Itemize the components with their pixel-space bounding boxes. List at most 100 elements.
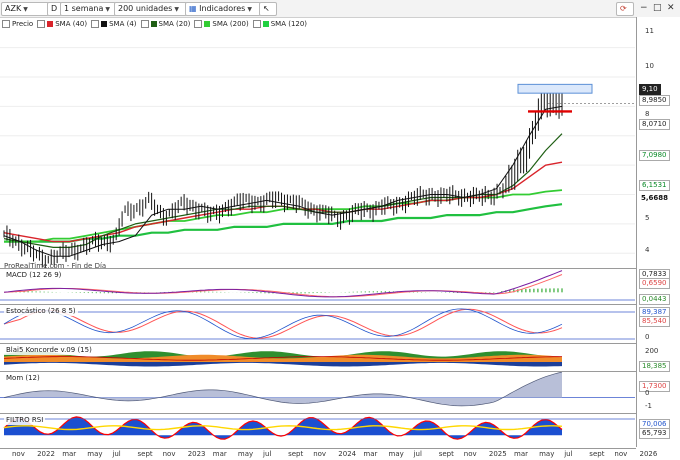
stoch-tag: 85,540 [639,316,670,327]
stoch-chart [0,308,635,340]
rsi-chart [0,416,635,440]
legend-label: SMA (20) [158,19,191,28]
legend-label: SMA (40) [55,19,88,28]
mom-pane[interactable]: Mom (12) [0,372,635,413]
refresh-button[interactable]: ⟳ [616,2,634,16]
time-axis-label: jul [564,450,573,458]
price-axis[interactable]: 11 10 9,10 8,9850 8 8,0710 7,0980 6,1531… [636,17,680,447]
axis-tick: 0 [645,333,650,341]
chevron-down-icon: ▼ [174,6,179,13]
axis-tick: 4 [645,246,650,254]
units-label: 200 unidades [118,4,173,13]
price-tag: 7,0980 [639,150,670,161]
swatch-icon [47,20,54,27]
axis-tick: 200 [645,347,659,355]
time-axis-label: sept [438,450,454,458]
time-axis-label: sept [137,450,153,458]
axis-tick: -1 [645,402,652,410]
refresh-icon: ⟳ [620,4,627,13]
axis-tick: 0 [645,389,650,397]
blai-tag: 18,385 [639,361,670,372]
d-label: D [51,4,58,13]
resistance-zone [517,83,593,94]
toolbar: AZK ▼ D 1 semana ▼ 200 unidades ▼ ▦ Indicad… [0,0,680,18]
axis-tick: 5 [645,214,650,222]
mom-tag: 1,7300 [639,381,670,392]
axis-tick: 11 [645,27,654,35]
legend-sma4[interactable]: SMA (4) [91,18,137,29]
time-axis-label: sept [589,450,605,458]
blai-label[interactable]: Blai5 Koncorde v.09 (15) [4,346,94,355]
stoch-label[interactable]: Estocástico (26 8 5) [4,307,78,316]
blai-pane[interactable]: Blai5 Koncorde v.09 (15) [0,344,635,371]
swatch-icon [262,20,269,27]
time-axis-label: 2022 [37,450,55,458]
ticker-field[interactable]: AZK ▼ [1,2,49,16]
swatch-icon [150,20,157,27]
time-axis-label: nov [614,450,628,458]
checkbox-icon [194,19,203,28]
maximize-button[interactable]: □ [653,3,662,13]
time-axis-label: sept [288,450,304,458]
time-axis-label: 2025 [488,450,507,458]
legend-sma20[interactable]: SMA (20) [140,18,191,29]
axis-tick: 10 [645,62,654,70]
time-axis[interactable]: nov 2022 mar may jul sept nov 2023 mar may jul sept… [0,448,657,460]
time-axis-label: may [539,450,555,458]
stoch-d-line [3,308,563,339]
checkbox-icon [252,19,261,28]
indicators-button[interactable]: ▦ Indicadores ▼ [185,2,261,16]
macd-chart [0,270,635,301]
legend-sma200[interactable]: SMA (200) [194,18,249,29]
macd-pane[interactable]: MACD (12 26 9) [0,269,635,304]
legend-label: SMA (4) [109,19,137,28]
time-axis-label: nov [463,450,477,458]
rsi-label[interactable]: FILTRO RSI [4,416,46,425]
time-axis-label: nov [12,450,25,458]
blai-chart [3,351,563,367]
period-select[interactable]: 1 semana ▼ [60,2,116,16]
indicator-legend: Precio SMA (40) SMA (4) SMA (20) SMA (20… [2,18,307,29]
time-axis-label: mar [212,450,227,458]
mom-chart [0,372,635,407]
macd-label[interactable]: MACD (12 26 9) [4,271,64,280]
mom-area [4,372,562,406]
rsi-pane[interactable]: FILTRO RSI [0,414,635,447]
time-axis-label: may [388,450,404,458]
time-axis-label: may [87,450,103,458]
stoch-pane[interactable]: Estocástico (26 8 5) [0,305,635,343]
units-select[interactable]: 200 unidades ▼ [114,2,187,16]
last-price-tag: 9,10 [639,84,661,95]
time-axis-label: jul [413,450,422,458]
sma-line-20 [3,133,563,248]
price-pane[interactable] [0,30,635,268]
price-chart[interactable] [0,30,635,268]
chevron-down-icon: ▼ [105,6,111,13]
macd-tag: 0,0443 [639,294,670,305]
legend-sma40[interactable]: SMA (40) [37,18,87,29]
chevron-down-icon: ▼ [247,6,252,13]
time-axis-label: jul [263,450,272,458]
indicators-icon: ▦ [189,4,197,13]
legend-sma120[interactable]: SMA (120) [252,18,308,29]
rsi-tag: 65,793 [639,428,670,439]
time-axis-label: 2023 [187,450,206,458]
time-axis-label: 2026 [639,450,658,458]
time-axis-label: nov [313,450,327,458]
time-axis-label: may [237,450,254,458]
mom-label[interactable]: Mom (12) [4,374,42,383]
time-axis-label: 2024 [338,450,357,458]
minimize-button[interactable]: − [640,3,648,13]
sma-line-4 [3,105,563,257]
period-label: 1 semana [64,4,104,13]
price-tag: 6,1531 [639,180,670,191]
legend-label: SMA (120) [270,19,308,28]
close-button[interactable]: ✕ [667,3,675,13]
swatch-icon [101,20,108,27]
tool-button[interactable]: ↖ [259,2,277,16]
cursor-icon: ↖ [263,4,270,13]
chevron-down-icon: ▼ [23,6,28,13]
legend-price[interactable]: Precio [2,18,33,29]
macd-line [3,270,563,298]
price-tag: 5,6688 [639,194,671,203]
